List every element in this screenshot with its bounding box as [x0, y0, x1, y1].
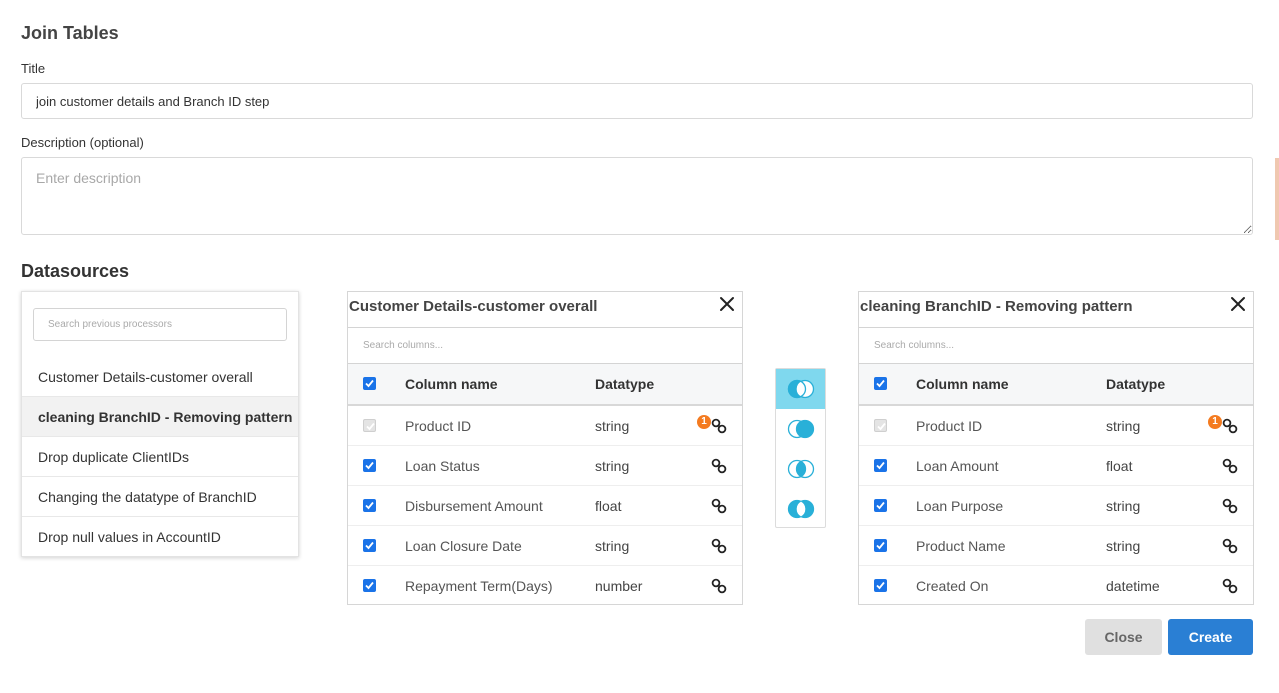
column-datatype: string — [1106, 497, 1141, 514]
right-table-title: cleaning BranchID - Removing pattern — [860, 298, 1133, 315]
row-checkbox[interactable] — [874, 458, 887, 472]
left-column-search-input[interactable] — [348, 327, 742, 364]
processor-panel: Customer Details-customer overall cleani… — [21, 291, 299, 557]
processor-list: Customer Details-customer overall cleani… — [22, 357, 298, 557]
column-name: Created On — [916, 578, 989, 594]
left-join-icon — [787, 379, 814, 399]
column-datatype: number — [595, 578, 643, 594]
table-row: Loan Closure Date string — [348, 526, 742, 566]
row-checkbox[interactable] — [874, 538, 887, 552]
link-icon[interactable] — [1221, 457, 1239, 475]
link-icon[interactable] — [710, 417, 728, 435]
column-name: Product ID — [405, 417, 472, 434]
link-icon[interactable] — [710, 577, 728, 595]
create-button[interactable]: Create — [1168, 619, 1253, 655]
column-name: Loan Closure Date — [405, 537, 522, 554]
row-checkbox[interactable] — [363, 579, 376, 592]
row-checkbox[interactable] — [363, 458, 376, 472]
table-row: Disbursement Amount float — [348, 486, 742, 526]
table-row: Product Name string — [859, 526, 1253, 566]
select-all-checkbox[interactable] — [363, 377, 376, 390]
column-name: Product Name — [916, 537, 1006, 554]
processor-item[interactable]: Drop duplicate ClientIDs — [22, 437, 298, 477]
inner-join-icon — [787, 459, 814, 479]
column-datatype: datetime — [1106, 578, 1160, 594]
close-icon[interactable] — [717, 294, 737, 314]
datatype-header: Datatype — [1106, 376, 1166, 392]
column-name: Loan Amount — [916, 457, 999, 474]
row-checkbox[interactable] — [363, 498, 376, 512]
column-datatype: string — [595, 457, 630, 474]
right-column-search-input[interactable] — [859, 327, 1253, 364]
column-name-header: Column name — [405, 376, 498, 392]
join-count-badge: 1 — [1208, 414, 1222, 429]
processor-search-input[interactable] — [33, 308, 287, 341]
page-heading: Join Tables — [21, 23, 119, 43]
column-name: Loan Purpose — [916, 497, 1004, 514]
link-icon[interactable] — [1221, 577, 1239, 595]
left-table-title: Customer Details-customer overall — [349, 298, 598, 315]
link-icon[interactable] — [1221, 417, 1239, 435]
column-name: Loan Status — [405, 457, 480, 474]
column-datatype: float — [595, 497, 622, 514]
scrollbar-edge[interactable] — [1275, 158, 1279, 240]
column-name: Disbursement Amount — [405, 497, 543, 514]
description-label: Description (optional) — [21, 135, 144, 150]
join-option-right[interactable] — [776, 409, 825, 449]
join-count-badge: 1 — [697, 414, 711, 429]
outer-join-icon — [787, 499, 814, 519]
link-icon[interactable] — [1221, 537, 1239, 555]
table-row: Loan Amount float — [859, 446, 1253, 486]
description-input[interactable] — [21, 157, 1253, 235]
close-icon[interactable] — [1228, 294, 1248, 314]
row-checkbox[interactable] — [363, 538, 376, 552]
join-option-inner[interactable] — [776, 449, 825, 489]
column-datatype: float — [1106, 457, 1133, 474]
column-datatype: string — [1106, 537, 1141, 554]
link-icon[interactable] — [710, 457, 728, 475]
processor-item[interactable]: Drop null values in AccountID — [22, 517, 298, 557]
link-icon[interactable] — [710, 497, 728, 515]
link-icon[interactable] — [710, 537, 728, 555]
join-option-outer[interactable] — [776, 489, 825, 529]
right-table-header: Column name Datatype — [859, 364, 1253, 406]
column-name: Repayment Term(Days) — [405, 578, 553, 594]
right-join-icon — [787, 419, 814, 439]
join-option-left[interactable] — [776, 369, 825, 409]
table-row: Product ID string 1 — [348, 406, 742, 446]
select-all-checkbox[interactable] — [874, 377, 887, 390]
table-row: Loan Status string — [348, 446, 742, 486]
right-table: cleaning BranchID - Removing pattern Col… — [858, 291, 1254, 605]
row-checkbox-disabled — [363, 418, 376, 432]
processor-item[interactable]: Customer Details-customer overall — [22, 357, 298, 397]
column-name-header: Column name — [916, 376, 1009, 392]
processor-item[interactable]: Changing the datatype of BranchID — [22, 477, 298, 517]
column-datatype: string — [595, 537, 630, 554]
title-input[interactable] — [21, 83, 1253, 119]
link-icon[interactable] — [1221, 497, 1239, 515]
column-name: Product ID — [916, 417, 983, 434]
column-datatype: string — [595, 417, 630, 434]
datatype-header: Datatype — [595, 376, 655, 392]
join-type-selector — [775, 368, 826, 528]
table-row: Created On datetime — [859, 566, 1253, 606]
table-row: Product ID string 1 — [859, 406, 1253, 446]
row-checkbox[interactable] — [874, 579, 887, 592]
table-row: Repayment Term(Days) number — [348, 566, 742, 606]
processor-item-active[interactable]: cleaning BranchID - Removing pattern — [22, 397, 298, 437]
title-label: Title — [21, 61, 46, 76]
close-button[interactable]: Close — [1085, 619, 1162, 655]
row-checkbox[interactable] — [874, 498, 887, 512]
left-table: Customer Details-customer overall Column… — [347, 291, 743, 605]
table-row: Loan Purpose string — [859, 486, 1253, 526]
row-checkbox-disabled — [874, 418, 887, 432]
column-datatype: string — [1106, 417, 1141, 434]
datasources-title: Datasources — [21, 261, 130, 281]
left-table-header: Column name Datatype — [348, 364, 742, 406]
